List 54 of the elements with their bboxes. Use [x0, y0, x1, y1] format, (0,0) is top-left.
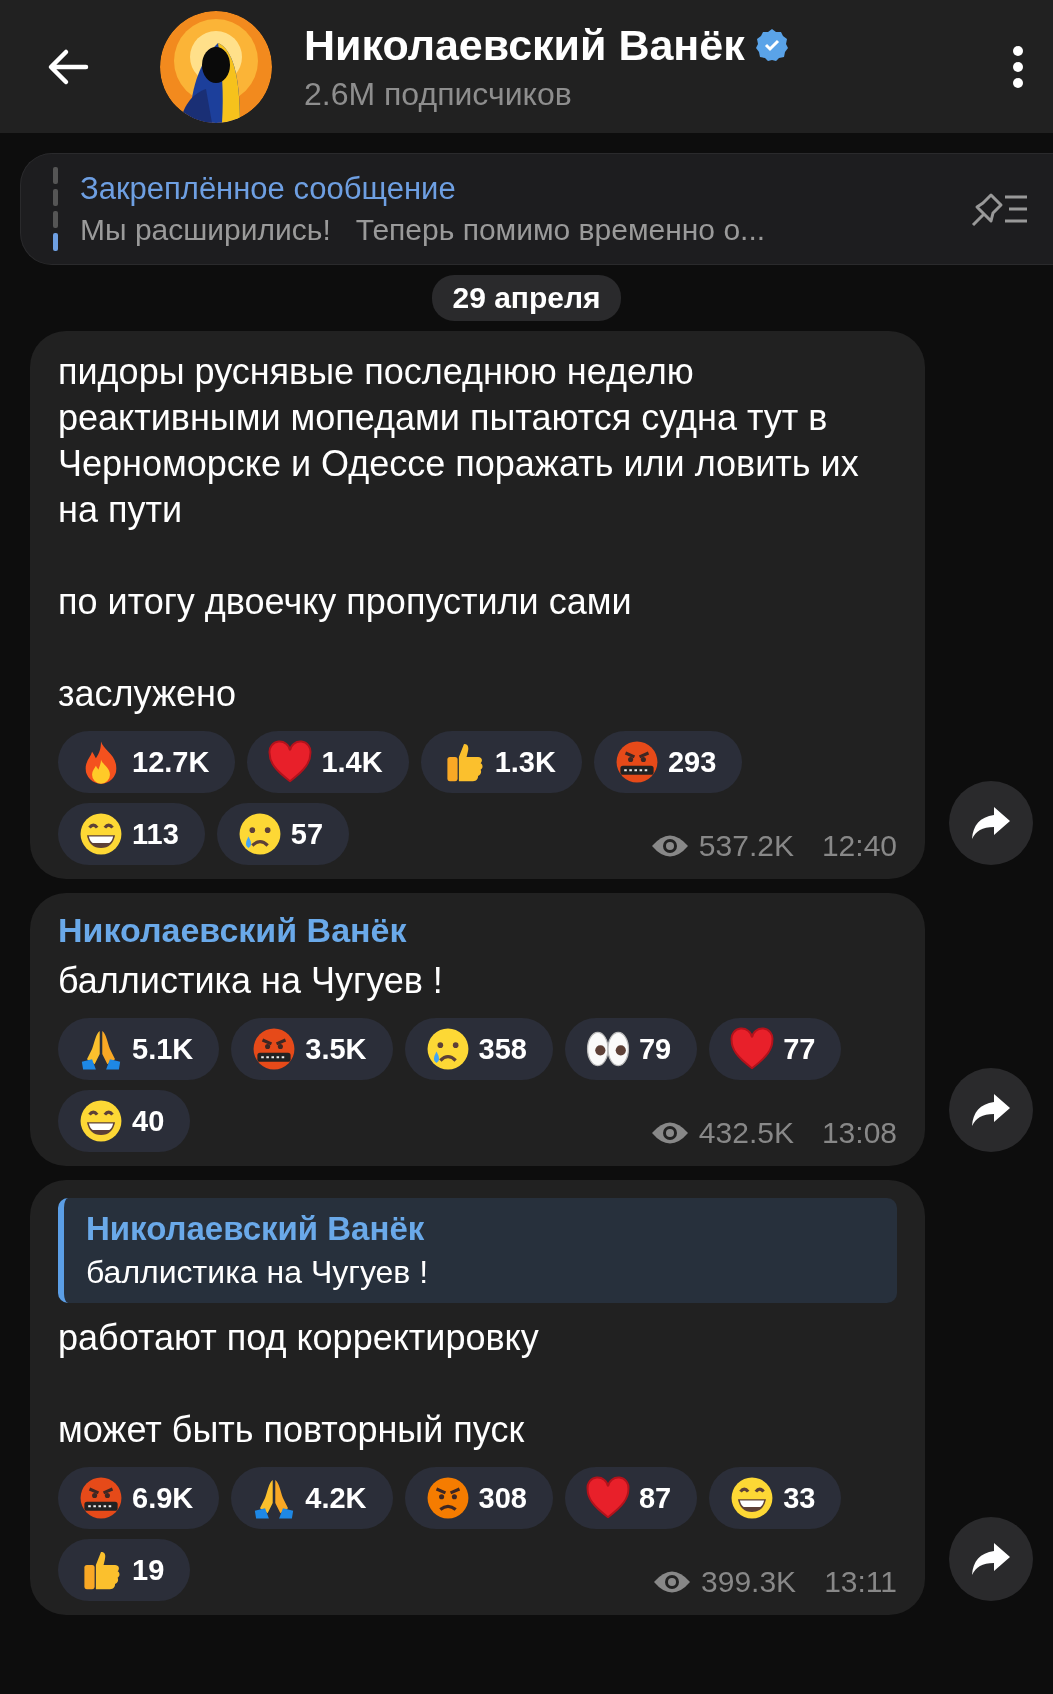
reaction-chip[interactable]: 12.7K	[58, 731, 236, 793]
reaction-chip[interactable]: 358	[404, 1018, 553, 1080]
pinned-indicator-icon	[53, 167, 58, 251]
reaction-chip[interactable]: 1.4K	[247, 731, 409, 793]
pinned-message-bar[interactable]: Закреплённое сообщение Мы расширились! Теперь помимо временно о...	[20, 153, 1053, 265]
share-arrow-icon	[970, 1092, 1012, 1128]
reaction-chip[interactable]: 19	[58, 1539, 191, 1601]
reaction-chip[interactable]: 4.2K	[231, 1467, 393, 1529]
view-count: 432.5K	[698, 1116, 794, 1150]
view-count: 399.3K	[701, 1565, 797, 1599]
eye-icon	[650, 1120, 689, 1146]
share-arrow-icon	[970, 1541, 1012, 1577]
message-text: заслужено	[58, 672, 237, 716]
view-count: 537.2K	[698, 829, 794, 863]
reaction-chip[interactable]: 3.5K	[231, 1018, 393, 1080]
cursing-face-icon	[78, 1475, 124, 1521]
reaction-chip[interactable]: 113	[58, 803, 205, 865]
heart-icon	[584, 1475, 631, 1521]
grinning-face-icon	[78, 811, 124, 857]
eye-icon	[653, 1569, 692, 1595]
date-label: 29 апреля	[432, 275, 621, 321]
heart-icon	[729, 1026, 776, 1072]
reply-quote[interactable]: Николаевский Ванёк баллистика на Чугуев !	[58, 1198, 897, 1303]
share-arrow-icon	[970, 805, 1012, 841]
reaction-chip[interactable]: 6.9K	[58, 1467, 220, 1529]
reaction-chip[interactable]: 33	[709, 1467, 842, 1529]
reaction-chip[interactable]: 40	[58, 1090, 191, 1152]
grinning-face-icon	[78, 1098, 124, 1144]
message-text: по итогу двоечку пропустили сами	[58, 580, 633, 624]
subscriber-count: 2.6M подписчиков	[304, 75, 573, 113]
reaction-chip[interactable]: 57	[216, 803, 350, 865]
reaction-chip[interactable]: 293	[593, 731, 743, 793]
reply-text: баллистика на Чугуев !	[86, 1254, 430, 1291]
message-text: может быть повторный пуск	[58, 1408, 526, 1452]
eye-icon	[650, 833, 689, 859]
message-text: работают под корректировку	[58, 1316, 540, 1360]
reaction-chip[interactable]: 1.3K	[420, 731, 582, 793]
reaction-chip[interactable]: 87	[564, 1467, 698, 1529]
message-author: Николаевский Ванёк	[58, 911, 408, 950]
message-text: баллистика на Чугуев !	[58, 959, 444, 1003]
message-text: пидоры руснявые последнюю неделю реактивными мопедами пытаются судна тут в Черноморске и Одессе поражать или ловить их на пути	[58, 350, 860, 532]
reply-author: Николаевский Ванёк	[86, 1210, 426, 1248]
reaction-chip[interactable]: 5.1K	[58, 1018, 220, 1080]
message-time: 13:08	[821, 1116, 897, 1150]
reaction-chip[interactable]: 79	[564, 1018, 698, 1080]
message-time: 12:40	[821, 829, 897, 863]
reaction-chip[interactable]: 308	[404, 1467, 553, 1529]
pinned-preview: Мы расширились! Теперь помимо временно о...	[80, 213, 767, 247]
message-time: 13:11	[824, 1565, 897, 1599]
channel-title: Николаевский Ванёк	[304, 20, 745, 70]
more-menu-icon[interactable]	[1011, 44, 1025, 89]
heart-icon	[267, 739, 314, 785]
pinned-label: Закреплённое сообщение	[80, 171, 457, 207]
reaction-chip[interactable]: 77	[709, 1018, 842, 1080]
